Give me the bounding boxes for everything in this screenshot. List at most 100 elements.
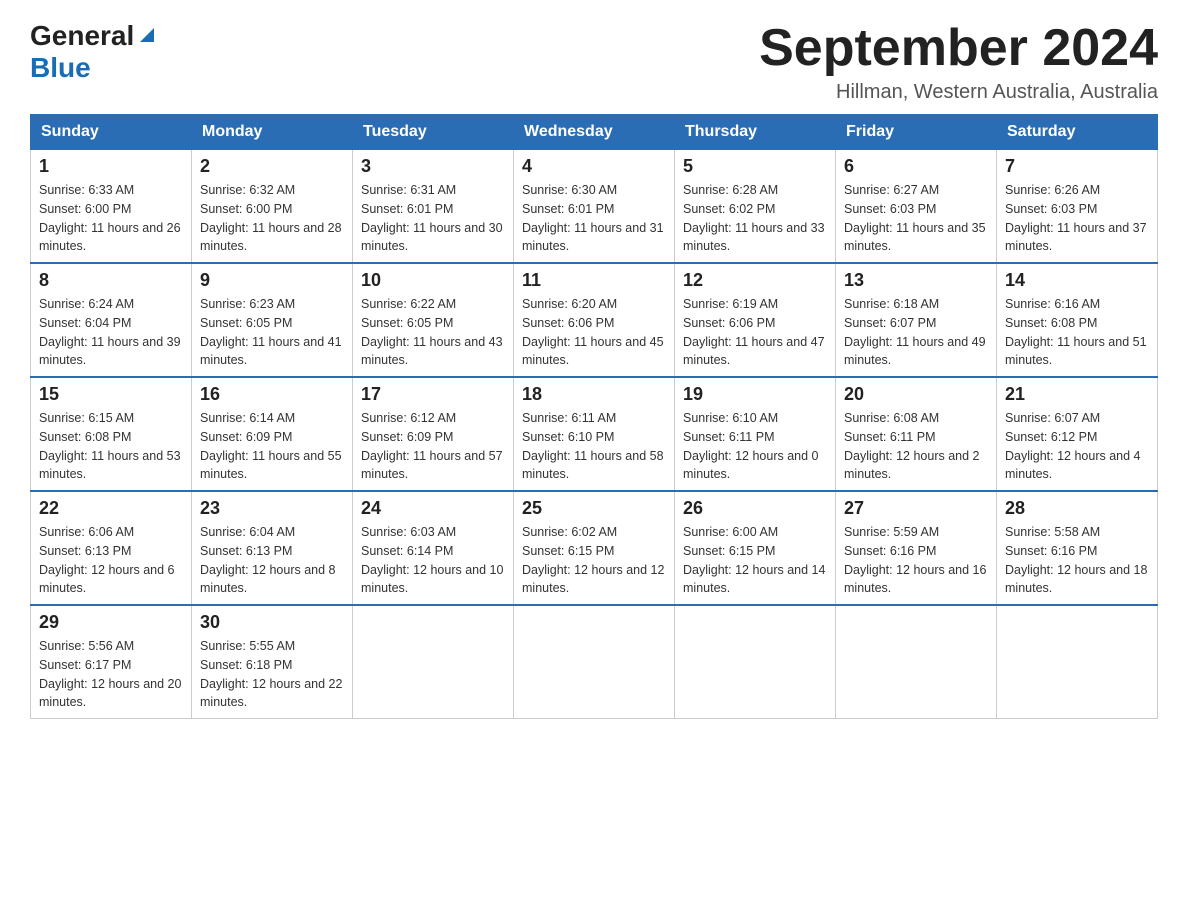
day-info: Sunrise: 6:31 AMSunset: 6:01 PMDaylight:… [361, 181, 505, 256]
day-info: Sunrise: 6:26 AMSunset: 6:03 PMDaylight:… [1005, 181, 1149, 256]
calendar-cell [514, 605, 675, 719]
calendar-cell: 8 Sunrise: 6:24 AMSunset: 6:04 PMDaylight… [31, 263, 192, 377]
calendar-cell: 17 Sunrise: 6:12 AMSunset: 6:09 PMDayligh… [353, 377, 514, 491]
day-info: Sunrise: 6:02 AMSunset: 6:15 PMDaylight:… [522, 523, 666, 598]
day-number: 5 [683, 156, 827, 177]
day-number: 12 [683, 270, 827, 291]
calendar-cell: 9Sunrise: 6:23 AMSunset: 6:05 PMDaylight… [192, 263, 353, 377]
day-info: Sunrise: 6:07 AMSunset: 6:12 PMDaylight:… [1005, 409, 1149, 484]
day-info: Sunrise: 6:11 AMSunset: 6:10 PMDaylight:… [522, 409, 666, 484]
day-info: Sunrise: 6:28 AMSunset: 6:02 PMDaylight:… [683, 181, 827, 256]
day-number: 13 [844, 270, 988, 291]
day-number: 25 [522, 498, 666, 519]
calendar-cell [836, 605, 997, 719]
column-header-saturday: Saturday [997, 115, 1158, 150]
calendar-cell: 24Sunrise: 6:03 AMSunset: 6:14 PMDayligh… [353, 491, 514, 605]
day-number: 17 [361, 384, 505, 405]
week-row-3: 15 Sunrise: 6:15 AMSunset: 6:08 PMDayligh… [31, 377, 1158, 491]
calendar-cell: 22 Sunrise: 6:06 AMSunset: 6:13 PMDayligh… [31, 491, 192, 605]
day-info: Sunrise: 5:58 AMSunset: 6:16 PMDaylight:… [1005, 523, 1149, 598]
column-header-sunday: Sunday [31, 115, 192, 150]
calendar-cell: 15 Sunrise: 6:15 AMSunset: 6:08 PMDayligh… [31, 377, 192, 491]
column-header-friday: Friday [836, 115, 997, 150]
day-info: Sunrise: 6:22 AMSunset: 6:05 PMDaylight:… [361, 295, 505, 370]
calendar-table: SundayMondayTuesdayWednesdayThursdayFrid… [30, 114, 1158, 719]
week-row-5: 29 Sunrise: 5:56 AMSunset: 6:17 PMDayligh… [31, 605, 1158, 719]
column-header-thursday: Thursday [675, 115, 836, 150]
calendar-cell: 14 Sunrise: 6:16 AMSunset: 6:08 PMDayligh… [997, 263, 1158, 377]
calendar-cell: 2Sunrise: 6:32 AMSunset: 6:00 PMDaylight… [192, 150, 353, 264]
day-info: Sunrise: 5:56 AMSunset: 6:17 PMDaylight:… [39, 637, 183, 712]
day-number: 22 [39, 498, 183, 519]
calendar-cell: 18 Sunrise: 6:11 AMSunset: 6:10 PMDayligh… [514, 377, 675, 491]
logo-triangle-icon [136, 24, 158, 46]
day-info: Sunrise: 5:59 AMSunset: 6:16 PMDaylight:… [844, 523, 988, 598]
week-row-4: 22 Sunrise: 6:06 AMSunset: 6:13 PMDayligh… [31, 491, 1158, 605]
day-info: Sunrise: 6:03 AMSunset: 6:14 PMDaylight:… [361, 523, 505, 598]
week-row-2: 8 Sunrise: 6:24 AMSunset: 6:04 PMDaylight… [31, 263, 1158, 377]
day-info: Sunrise: 6:24 AMSunset: 6:04 PMDaylight:… [39, 295, 183, 370]
calendar-cell: 5 Sunrise: 6:28 AMSunset: 6:02 PMDaylight… [675, 150, 836, 264]
calendar-cell: 23 Sunrise: 6:04 AMSunset: 6:13 PMDayligh… [192, 491, 353, 605]
calendar-cell: 12 Sunrise: 6:19 AMSunset: 6:06 PMDayligh… [675, 263, 836, 377]
calendar-cell: 10 Sunrise: 6:22 AMSunset: 6:05 PMDayligh… [353, 263, 514, 377]
calendar-cell [353, 605, 514, 719]
day-info: Sunrise: 6:00 AMSunset: 6:15 PMDaylight:… [683, 523, 827, 598]
day-number: 18 [522, 384, 666, 405]
day-number: 26 [683, 498, 827, 519]
day-number: 28 [1005, 498, 1149, 519]
day-number: 27 [844, 498, 988, 519]
day-info: Sunrise: 6:19 AMSunset: 6:06 PMDaylight:… [683, 295, 827, 370]
calendar-cell: 6Sunrise: 6:27 AMSunset: 6:03 PMDaylight… [836, 150, 997, 264]
day-number: 11 [522, 270, 666, 291]
logo-blue: Blue [30, 52, 91, 83]
calendar-cell [675, 605, 836, 719]
calendar-cell: 29 Sunrise: 5:56 AMSunset: 6:17 PMDayligh… [31, 605, 192, 719]
day-number: 4 [522, 156, 666, 177]
calendar-cell: 26 Sunrise: 6:00 AMSunset: 6:15 PMDayligh… [675, 491, 836, 605]
column-header-wednesday: Wednesday [514, 115, 675, 150]
calendar-cell [997, 605, 1158, 719]
day-info: Sunrise: 6:16 AMSunset: 6:08 PMDaylight:… [1005, 295, 1149, 370]
calendar-subtitle: Hillman, Western Australia, Australia [759, 81, 1158, 104]
day-number: 1 [39, 156, 183, 177]
calendar-cell: 25 Sunrise: 6:02 AMSunset: 6:15 PMDayligh… [514, 491, 675, 605]
day-info: Sunrise: 6:12 AMSunset: 6:09 PMDaylight:… [361, 409, 505, 484]
logo-general: General [30, 20, 134, 52]
column-header-tuesday: Tuesday [353, 115, 514, 150]
week-row-1: 1Sunrise: 6:33 AMSunset: 6:00 PMDaylight… [31, 150, 1158, 264]
calendar-cell: 27 Sunrise: 5:59 AMSunset: 6:16 PMDayligh… [836, 491, 997, 605]
day-number: 16 [200, 384, 344, 405]
day-number: 9 [200, 270, 344, 291]
day-number: 21 [1005, 384, 1149, 405]
day-number: 14 [1005, 270, 1149, 291]
day-info: Sunrise: 6:15 AMSunset: 6:08 PMDaylight:… [39, 409, 183, 484]
day-number: 20 [844, 384, 988, 405]
calendar-cell: 30 Sunrise: 5:55 AMSunset: 6:18 PMDayligh… [192, 605, 353, 719]
calendar-cell: 4 Sunrise: 6:30 AMSunset: 6:01 PMDaylight… [514, 150, 675, 264]
day-number: 29 [39, 612, 183, 633]
calendar-header-row: SundayMondayTuesdayWednesdayThursdayFrid… [31, 115, 1158, 150]
calendar-cell: 11 Sunrise: 6:20 AMSunset: 6:06 PMDayligh… [514, 263, 675, 377]
day-info: Sunrise: 6:14 AMSunset: 6:09 PMDaylight:… [200, 409, 344, 484]
day-info: Sunrise: 6:32 AMSunset: 6:00 PMDaylight:… [200, 181, 344, 256]
day-info: Sunrise: 6:30 AMSunset: 6:01 PMDaylight:… [522, 181, 666, 256]
day-info: Sunrise: 6:20 AMSunset: 6:06 PMDaylight:… [522, 295, 666, 370]
day-number: 7 [1005, 156, 1149, 177]
day-number: 3 [361, 156, 505, 177]
calendar-cell: 1Sunrise: 6:33 AMSunset: 6:00 PMDaylight… [31, 150, 192, 264]
calendar-cell: 7 Sunrise: 6:26 AMSunset: 6:03 PMDaylight… [997, 150, 1158, 264]
day-number: 23 [200, 498, 344, 519]
day-info: Sunrise: 6:04 AMSunset: 6:13 PMDaylight:… [200, 523, 344, 598]
page-header: General Blue September 2024 Hillman, Wes… [30, 20, 1158, 104]
day-number: 30 [200, 612, 344, 633]
calendar-title: September 2024 [759, 20, 1158, 77]
day-info: Sunrise: 5:55 AMSunset: 6:18 PMDaylight:… [200, 637, 344, 712]
day-number: 10 [361, 270, 505, 291]
logo: General Blue [30, 20, 158, 84]
day-number: 8 [39, 270, 183, 291]
day-number: 15 [39, 384, 183, 405]
day-info: Sunrise: 6:06 AMSunset: 6:13 PMDaylight:… [39, 523, 183, 598]
day-info: Sunrise: 6:27 AMSunset: 6:03 PMDaylight:… [844, 181, 988, 256]
calendar-cell: 20Sunrise: 6:08 AMSunset: 6:11 PMDayligh… [836, 377, 997, 491]
